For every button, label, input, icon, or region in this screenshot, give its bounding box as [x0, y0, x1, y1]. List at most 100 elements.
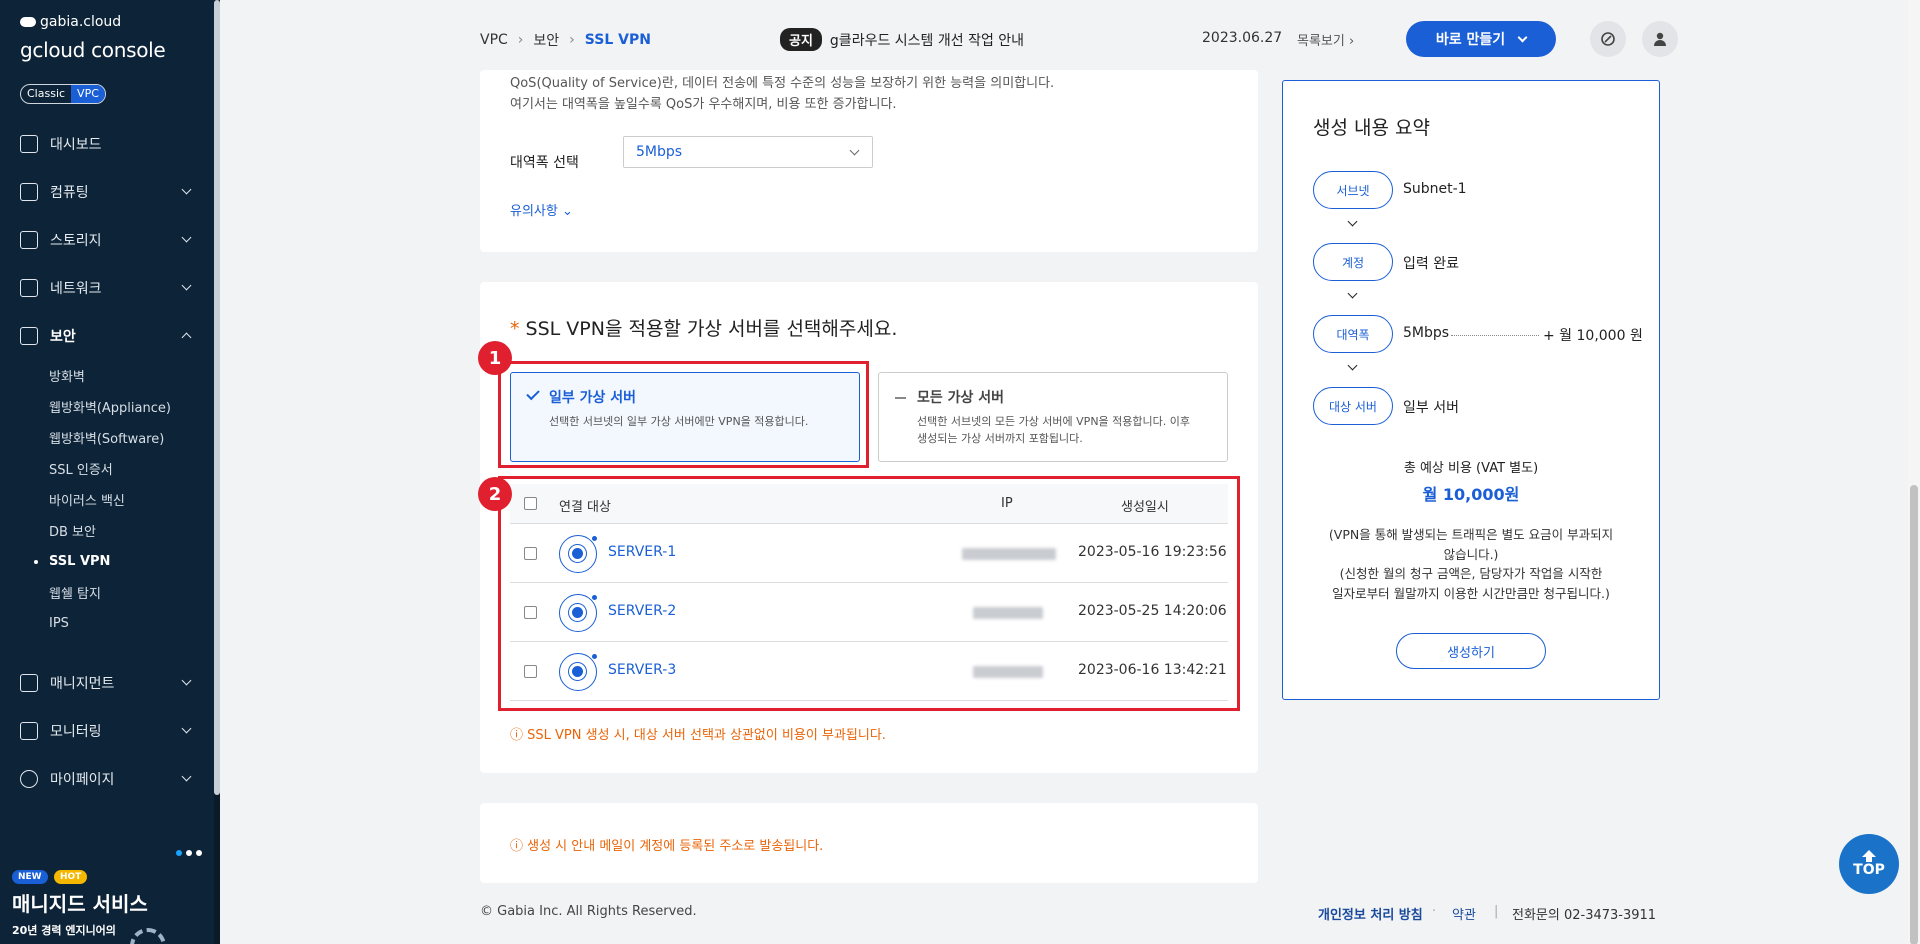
summary-pill-account: 계정	[1313, 243, 1393, 281]
annotation-number-1: 1	[478, 341, 512, 375]
speedometer-icon	[20, 135, 38, 153]
nav-computing[interactable]: 컴퓨팅	[0, 168, 214, 216]
chevron-down-icon: ⌄	[561, 204, 573, 219]
nav-monitoring[interactable]: 모니터링	[0, 707, 214, 755]
cost-value: 월 10,000원	[1422, 485, 1520, 504]
cost-label: 총 예상 비용 (VAT 별도)	[1403, 461, 1539, 476]
bandwidth-label: 대역폭 선택	[510, 155, 579, 171]
sub-firewall[interactable]: 방화벽	[49, 360, 214, 391]
chevron-down-icon	[1347, 216, 1358, 227]
footer-separator: ·	[1432, 904, 1437, 919]
cost-warning: ⓘ SSL VPN 생성 시, 대상 서버 선택과 상관없이 비용이 부과됩니다…	[510, 728, 886, 743]
nav-dashboard[interactable]: 대시보드	[0, 120, 214, 168]
sub-ips[interactable]: IPS	[49, 608, 214, 639]
summary-price-bandwidth: + 월 10,000 원	[1543, 328, 1643, 344]
sidebar-scrollbar[interactable]	[214, 0, 220, 944]
chevron-up-icon	[181, 332, 192, 343]
chevron-down-icon	[181, 675, 192, 686]
minus-icon	[895, 397, 906, 399]
bandwidth-card: QoS(Quality of Service)란, 데이터 전송에 특정 수준의…	[480, 70, 1258, 252]
main-nav: 대시보드 컴퓨팅 스토리지 네트워크 보안 방화벽 웹방화벽(Appliance…	[0, 120, 214, 803]
summary-value-target: 일부 서버	[1403, 400, 1459, 416]
cost-notes: (VPN을 통해 발생되는 트래픽은 별도 요금이 부과되지 않습니다.) (신…	[1328, 527, 1614, 601]
gabia-logo[interactable]: gabia.cloud	[20, 14, 121, 30]
chevron-down-icon	[181, 280, 192, 291]
notice-tag: 공지	[780, 28, 822, 51]
nav-network[interactable]: 네트워크	[0, 264, 214, 312]
chevron-down-icon	[1517, 32, 1528, 42]
console-title[interactable]: gcloud console	[20, 38, 166, 62]
summary-value-subnet: Subnet-1	[1403, 181, 1467, 197]
sub-waf-appliance[interactable]: 웹방화벽(Appliance)	[49, 391, 214, 422]
breadcrumb-current: SSL VPN	[584, 32, 651, 48]
promo-banner[interactable]: NEW HOT 매니지드 서비스 20년 경력 엔지니어의	[0, 840, 214, 944]
nav-security[interactable]: 보안	[0, 312, 214, 360]
notice-text[interactable]: g클라우드 시스템 개선 작업 안내	[830, 30, 1024, 50]
chat-icon	[1601, 32, 1615, 46]
chevron-down-icon	[181, 723, 192, 734]
annotation-number-2: 2	[478, 477, 512, 511]
new-badge: NEW	[12, 870, 48, 884]
nav-storage[interactable]: 스토리지	[0, 216, 214, 264]
sub-webshell[interactable]: 웹쉘 탐지	[49, 577, 214, 608]
sub-db-security[interactable]: DB 보안	[49, 515, 214, 546]
sidebar: gabia.cloud gcloud console Classic VPC 대…	[0, 0, 220, 944]
chevron-down-icon	[1347, 360, 1358, 371]
nav-management[interactable]: 매니지먼트	[0, 659, 214, 707]
monitor-icon	[20, 722, 38, 740]
qos-description-2: 여기서는 대역폭을 높일수록 QoS가 우수해지며, 비용 또한 증가합니다.	[510, 97, 897, 112]
sub-waf-software[interactable]: 웹방화벽(Software)	[49, 422, 214, 453]
toggle-classic[interactable]: Classic	[21, 85, 71, 103]
footer-divider: |	[1494, 904, 1499, 919]
chevron-right-icon: ›	[517, 32, 524, 48]
scroll-top-button[interactable]: TOP	[1839, 834, 1899, 894]
summary-value-account: 입력 완료	[1403, 256, 1459, 272]
section-title: * SSL VPN을 적용할 가상 서버를 선택해주세요.	[510, 318, 898, 340]
profile-button[interactable]	[1642, 21, 1678, 57]
summary-pill-target: 대상 서버	[1313, 387, 1393, 425]
arrow-up-icon	[1862, 850, 1876, 862]
notice-list-link[interactable]: 목록보기 ›	[1297, 30, 1354, 49]
gear-icon	[130, 928, 166, 944]
mail-notice-card: ⓘ 생성 시 안내 메일이 계정에 등록된 주소로 발송됩니다.	[480, 803, 1258, 883]
mail-notice: ⓘ 생성 시 안내 메일이 계정에 등록된 주소로 발송됩니다.	[510, 839, 824, 854]
bandwidth-select[interactable]: 5Mbps	[623, 136, 873, 168]
server-icon	[20, 674, 38, 692]
breadcrumb-security[interactable]: 보안	[533, 30, 559, 50]
chat-button[interactable]	[1590, 21, 1626, 57]
page-scrollbar[interactable]	[1908, 0, 1920, 944]
breadcrumb: VPC › 보안 › SSL VPN	[480, 30, 651, 50]
terms-link[interactable]: 약관	[1452, 904, 1476, 923]
chevron-right-icon: ›	[1348, 34, 1355, 49]
sub-ssl-cert[interactable]: SSL 인증서	[49, 453, 214, 484]
annotation-box-1	[498, 361, 869, 468]
shield-icon	[20, 327, 38, 345]
option-all-servers[interactable]: 모든 가상 서버 선택한 서브넷의 모든 가상 서버에 VPN을 적용합니다. …	[878, 372, 1228, 462]
sub-ssl-vpn[interactable]: SSL VPN	[34, 546, 214, 577]
promo-subtitle: 20년 경력 엔지니어의	[12, 924, 116, 937]
toggle-vpc[interactable]: VPC	[71, 85, 105, 103]
summary-pill-subnet: 서브넷	[1313, 171, 1393, 209]
privacy-policy-link[interactable]: 개인정보 처리 방침	[1318, 904, 1423, 923]
copyright: © Gabia Inc. All Rights Reserved.	[480, 904, 697, 919]
classic-vpc-toggle[interactable]: Classic VPC	[20, 84, 106, 104]
chevron-down-icon	[181, 184, 192, 195]
annotation-box-2	[498, 476, 1240, 711]
nav-mypage[interactable]: 마이페이지	[0, 755, 214, 803]
summary-pill-bandwidth: 대역폭	[1313, 315, 1393, 353]
network-icon	[20, 279, 38, 297]
chevron-right-icon: ›	[569, 32, 575, 48]
breadcrumb-vpc[interactable]: VPC	[480, 32, 508, 48]
summary-title: 생성 내용 요약	[1313, 117, 1430, 139]
notice-bar[interactable]: 공지 g클라우드 시스템 개선 작업 안내	[780, 28, 1024, 51]
chevron-down-icon	[849, 145, 860, 156]
carousel-dots[interactable]	[176, 850, 202, 856]
sub-antivirus[interactable]: 바이러스 백신	[49, 484, 214, 515]
create-vpn-button[interactable]: 생성하기	[1396, 633, 1546, 669]
quick-create-button[interactable]: 바로 만들기	[1406, 21, 1556, 57]
caution-toggle[interactable]: 유의사항 ⌄	[510, 200, 573, 219]
summary-value-bandwidth: 5Mbps	[1403, 325, 1450, 341]
user-icon	[20, 770, 38, 788]
hot-badge: HOT	[54, 870, 88, 884]
security-submenu: 방화벽 웹방화벽(Appliance) 웹방화벽(Software) SSL 인…	[0, 360, 214, 639]
